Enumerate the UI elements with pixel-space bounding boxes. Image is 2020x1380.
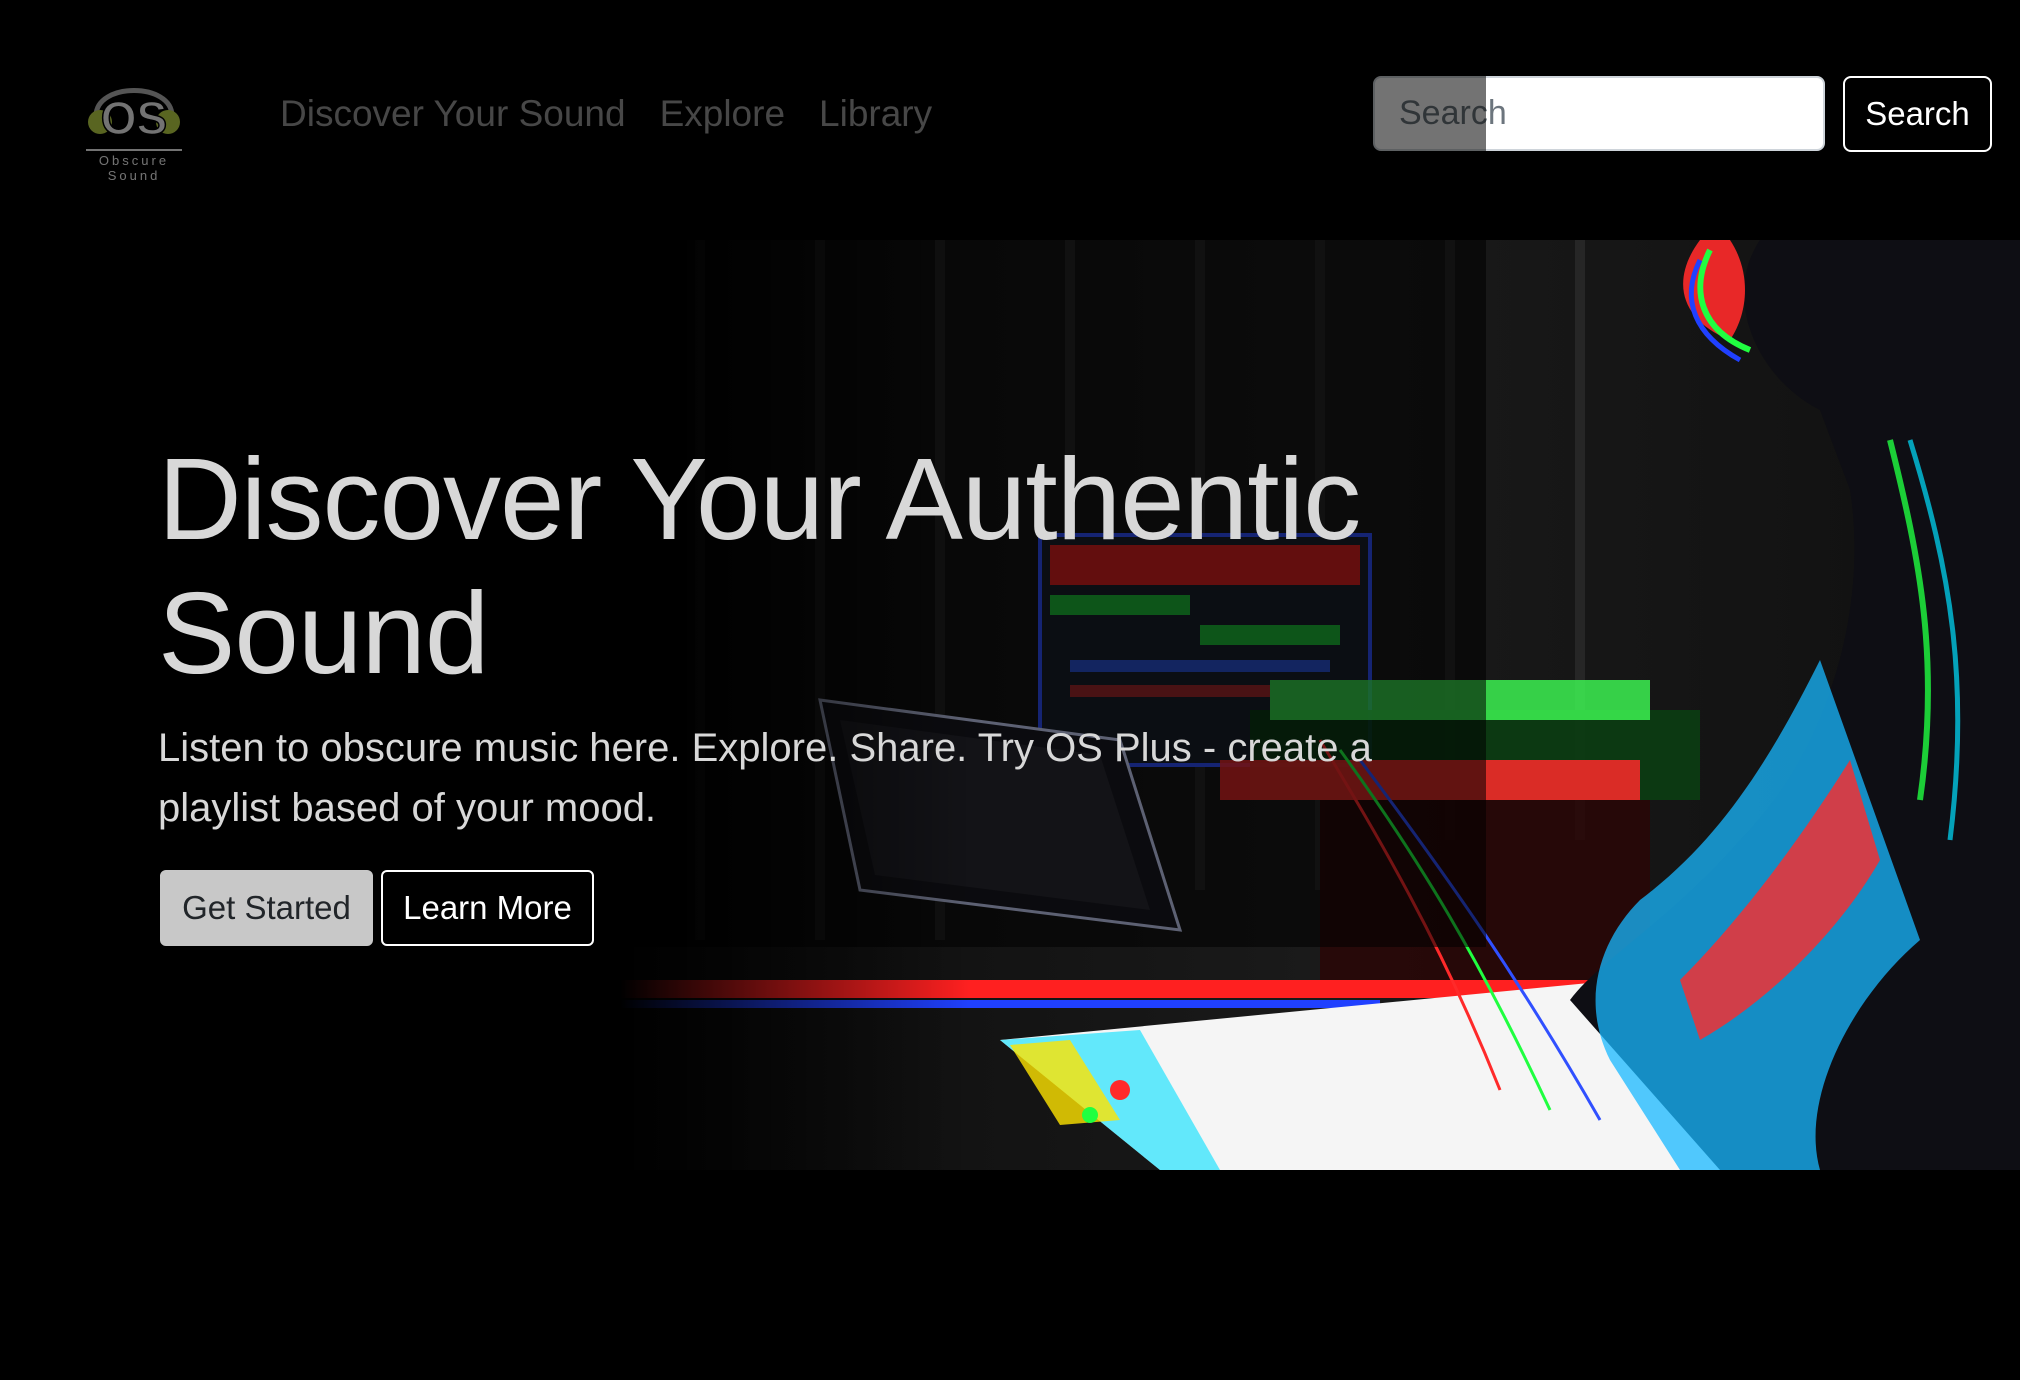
navbar: OS Obscure Sound Discover Your Sound Exp… (0, 0, 2020, 230)
get-started-button[interactable]: Get Started (160, 870, 373, 946)
main-nav: Discover Your Sound Explore Library (280, 90, 932, 138)
nav-link-library[interactable]: Library (819, 90, 932, 138)
hero-description: Listen to obscure music here. Explore. S… (158, 726, 1372, 830)
svg-text:OS: OS (101, 92, 167, 144)
hero-heading: Discover Your Authentic Sound (158, 434, 1361, 698)
search-button[interactable]: Search (1843, 76, 1992, 152)
headphones-logo-icon: OS Obscure Sound (86, 88, 182, 183)
page: OS Obscure Sound Discover Your Sound Exp… (0, 0, 2020, 1380)
search-input[interactable] (1373, 76, 1825, 151)
learn-more-button[interactable]: Learn More (381, 870, 594, 946)
nav-link-explore[interactable]: Explore (660, 90, 785, 138)
musician-keyboard-photo (620, 240, 2020, 1170)
hero-background-image (620, 240, 2020, 1170)
brand-logo[interactable]: OS Obscure Sound (84, 72, 184, 187)
logo-caption-sound: Sound (108, 168, 161, 183)
logo-caption-obscure: Obscure (99, 153, 169, 168)
nav-link-discover-your-sound[interactable]: Discover Your Sound (280, 90, 626, 138)
